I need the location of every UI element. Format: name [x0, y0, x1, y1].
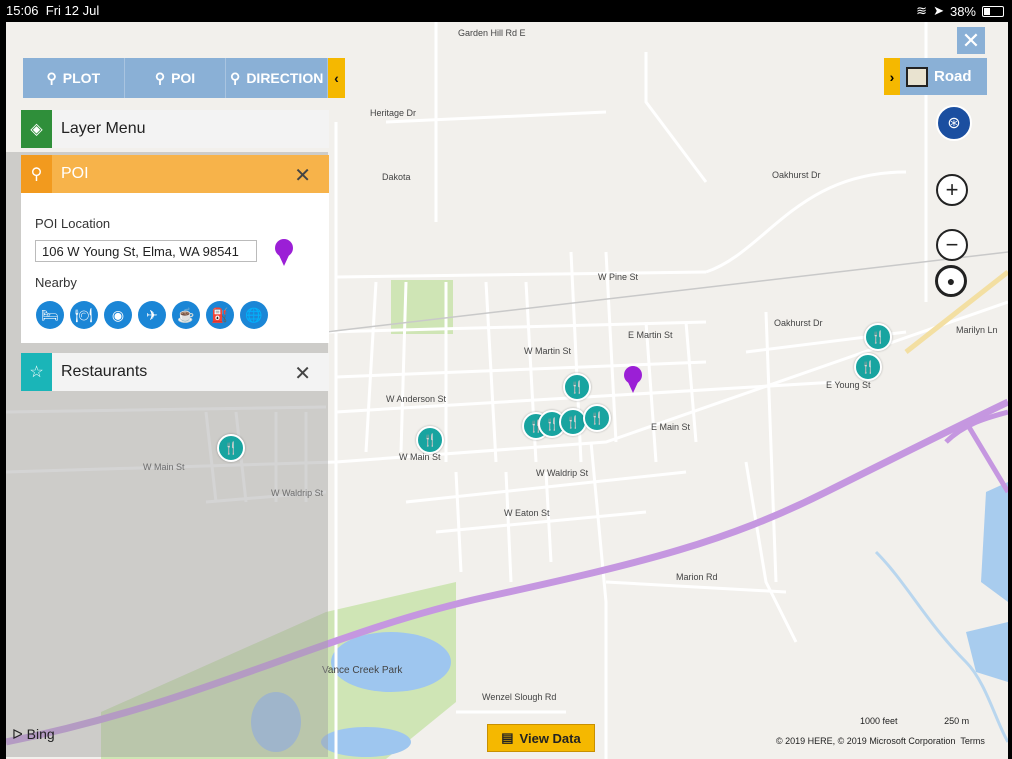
- restaurant-marker[interactable]: 🍴: [217, 434, 245, 462]
- wifi-icon: ≋: [916, 3, 928, 18]
- map-label: Oakhurst Dr: [772, 170, 821, 180]
- map-label: W Waldrip St: [536, 468, 589, 478]
- map-label: W Eaton St: [504, 508, 550, 518]
- location-pin-icon: ⚲: [46, 69, 57, 86]
- restaurant-marker[interactable]: 🍴: [854, 353, 882, 381]
- map-label: E Young St: [826, 380, 871, 390]
- road-map-icon: [906, 66, 928, 87]
- road-style-button[interactable]: Road: [900, 58, 987, 95]
- close-map-button[interactable]: ✕: [957, 27, 985, 54]
- poi-location-label: POI Location: [35, 216, 111, 231]
- map-label: Garden Hill Rd E: [458, 28, 526, 38]
- map-label: W Main St: [399, 452, 441, 462]
- restaurant-icon: 🍴: [223, 441, 239, 455]
- close-icon[interactable]: ✕: [294, 163, 311, 188]
- bing-logo: ᐅ Bing: [12, 726, 55, 742]
- poi-panel-body: POI Location 106 W Young St, Elma, WA 98…: [21, 193, 329, 343]
- gas-station-icon[interactable]: ⛽: [206, 301, 234, 329]
- map-label: Wenzel Slough Rd: [482, 692, 557, 702]
- tab-plot[interactable]: ⚲ PLOT: [23, 58, 125, 98]
- tab-direction[interactable]: ⚲ DIRECTION: [226, 58, 329, 98]
- map-label: Oakhurst Dr: [774, 318, 823, 328]
- restaurant-icon[interactable]: 🍽: [70, 301, 98, 329]
- view-data-button[interactable]: ▤ View Data: [487, 724, 595, 752]
- poi-location-input[interactable]: 106 W Young St, Elma, WA 98541: [35, 240, 257, 262]
- layer-menu-header[interactable]: ◈ Layer Menu: [21, 110, 329, 148]
- map-scale: 1000 feet 250 m: [860, 716, 970, 726]
- restaurant-marker[interactable]: 🍴: [864, 323, 892, 351]
- terms-link[interactable]: Terms: [960, 736, 985, 746]
- map-label: E Martin St: [628, 330, 673, 340]
- map-label: E Main St: [651, 422, 691, 432]
- globe-icon[interactable]: 🌐: [240, 301, 268, 329]
- poi-panel-header: ⚲ POI ✕: [21, 155, 329, 193]
- restaurant-icon: 🍴: [565, 415, 581, 429]
- location-arrow-icon: ➤: [933, 3, 944, 18]
- locate-me-button[interactable]: ●: [935, 265, 967, 297]
- restaurant-icon: 🍴: [870, 330, 886, 344]
- map-pin: [624, 366, 642, 393]
- restaurant-icon: 🍴: [422, 433, 438, 447]
- restaurant-icon: 🍴: [860, 360, 876, 374]
- status-bar: 15:06 Fri 12 Jul ≋ ➤ 38%: [0, 0, 1012, 20]
- map-label: Heritage Dr: [370, 108, 417, 118]
- person-pin-icon: ⚲: [21, 155, 52, 193]
- hotel-icon[interactable]: 🛏: [36, 301, 64, 329]
- map-label: Marion Rd: [676, 572, 718, 582]
- status-time: 15:06 Fri 12 Jul: [6, 3, 100, 18]
- poi-pin-icon[interactable]: [273, 238, 295, 268]
- zoom-in-button[interactable]: +: [936, 174, 968, 206]
- park-label: Vance Creek Park: [322, 665, 403, 676]
- nearby-label: Nearby: [35, 275, 77, 290]
- expand-style-button[interactable]: ›: [884, 58, 900, 95]
- nearby-icons: 🛏 🍽 ◉ ✈ ☕ ⛽ 🌐: [36, 301, 268, 329]
- person-pin-icon: ⚲: [154, 69, 166, 86]
- restaurant-marker[interactable]: 🍴: [583, 404, 611, 432]
- map-label: W Pine St: [598, 272, 639, 282]
- status-right: ≋ ➤ 38%: [916, 3, 1004, 19]
- close-icon[interactable]: ✕: [294, 361, 311, 386]
- restaurant-icon: 🍴: [544, 417, 560, 431]
- map-label: Dakota: [382, 172, 411, 182]
- collapse-toolbar-button[interactable]: ‹: [328, 58, 345, 98]
- airport-icon[interactable]: ✈: [138, 301, 166, 329]
- camera-icon[interactable]: ◉: [104, 301, 132, 329]
- mode-tabs: ⚲ PLOT ⚲ POI ⚲ DIRECTION: [23, 58, 329, 98]
- tab-poi[interactable]: ⚲ POI: [124, 58, 227, 98]
- restaurant-marker[interactable]: 🍴: [416, 426, 444, 454]
- restaurants-panel-header[interactable]: ☆ Restaurants ✕: [21, 353, 329, 391]
- restaurant-icon: 🍴: [589, 411, 605, 425]
- map-label: W Anderson St: [386, 394, 447, 404]
- battery-icon: [982, 5, 1004, 17]
- zoom-out-button[interactable]: −: [936, 229, 968, 261]
- map-label: Marilyn Ln: [956, 325, 998, 335]
- copyright-text: © 2019 HERE, © 2019 Microsoft Corporatio…: [776, 736, 985, 746]
- route-icon: ⚲: [230, 69, 241, 86]
- map-label: W Martin St: [524, 346, 572, 356]
- coffee-icon[interactable]: ☕: [172, 301, 200, 329]
- globe-icon[interactable]: ⊛: [936, 105, 972, 141]
- star-icon: ☆: [21, 353, 52, 391]
- map-canvas[interactable]: Garden Hill Rd E Heritage Dr Dakota Oakh…: [6, 22, 1008, 759]
- restaurant-marker[interactable]: 🍴: [563, 373, 591, 401]
- restaurant-icon: 🍴: [569, 380, 585, 394]
- table-icon: ▤: [501, 730, 514, 745]
- layers-icon: ◈: [21, 110, 52, 148]
- map-style-switcher: › Road: [884, 58, 987, 95]
- battery-percent: 38%: [949, 3, 976, 19]
